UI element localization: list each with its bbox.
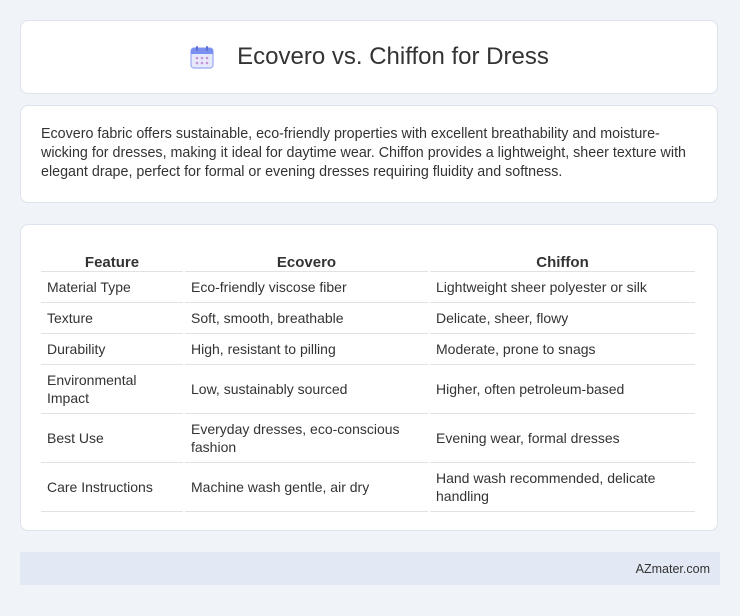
feature-cell: Durability: [41, 334, 183, 365]
feature-cell: Environmental Impact: [41, 365, 183, 414]
title-card: Ecovero vs. Chiffon for Dress: [20, 20, 718, 94]
chiffon-cell: Evening wear, formal dresses: [430, 414, 695, 463]
feature-cell: Texture: [41, 303, 183, 334]
intro-card: Ecovero fabric offers sustainable, eco-f…: [20, 105, 718, 203]
chiffon-cell: Delicate, sheer, flowy: [430, 303, 695, 334]
footer: AZmater.com: [20, 552, 720, 585]
column-header-feature: Feature: [41, 243, 183, 272]
feature-cell: Best Use: [41, 414, 183, 463]
table-row: Care Instructions Machine wash gentle, a…: [41, 463, 695, 512]
chiffon-cell: Lightweight sheer polyester or silk: [430, 272, 695, 303]
ecovero-cell: Low, sustainably sourced: [185, 365, 428, 414]
column-header-ecovero: Ecovero: [185, 243, 428, 272]
ecovero-cell: Machine wash gentle, air dry: [185, 463, 428, 512]
feature-cell: Care Instructions: [41, 463, 183, 512]
page-title: Ecovero vs. Chiffon for Dress: [237, 43, 549, 70]
chiffon-cell: Hand wash recommended, delicate handling: [430, 463, 695, 512]
comparison-card: Feature Ecovero Chiffon Material Type Ec…: [20, 224, 718, 531]
ecovero-cell: High, resistant to pilling: [185, 334, 428, 365]
table-row: Material Type Eco-friendly viscose fiber…: [41, 272, 695, 303]
comparison-table: Feature Ecovero Chiffon Material Type Ec…: [39, 243, 697, 512]
table-row: Durability High, resistant to pilling Mo…: [41, 334, 695, 365]
chiffon-cell: Higher, often petroleum-based: [430, 365, 695, 414]
footer-site-name: AZmater.com: [635, 561, 710, 576]
table-header-row: Feature Ecovero Chiffon: [41, 243, 695, 272]
calendar-icon: [189, 44, 215, 70]
chiffon-cell: Moderate, prone to snags: [430, 334, 695, 365]
ecovero-cell: Everyday dresses, eco-conscious fashion: [185, 414, 428, 463]
table-row: Texture Soft, smooth, breathable Delicat…: [41, 303, 695, 334]
ecovero-cell: Soft, smooth, breathable: [185, 303, 428, 334]
table-row: Environmental Impact Low, sustainably so…: [41, 365, 695, 414]
ecovero-cell: Eco-friendly viscose fiber: [185, 272, 428, 303]
feature-cell: Material Type: [41, 272, 183, 303]
intro-paragraph: Ecovero fabric offers sustainable, eco-f…: [41, 126, 686, 180]
table-row: Best Use Everyday dresses, eco-conscious…: [41, 414, 695, 463]
column-header-chiffon: Chiffon: [430, 243, 695, 272]
